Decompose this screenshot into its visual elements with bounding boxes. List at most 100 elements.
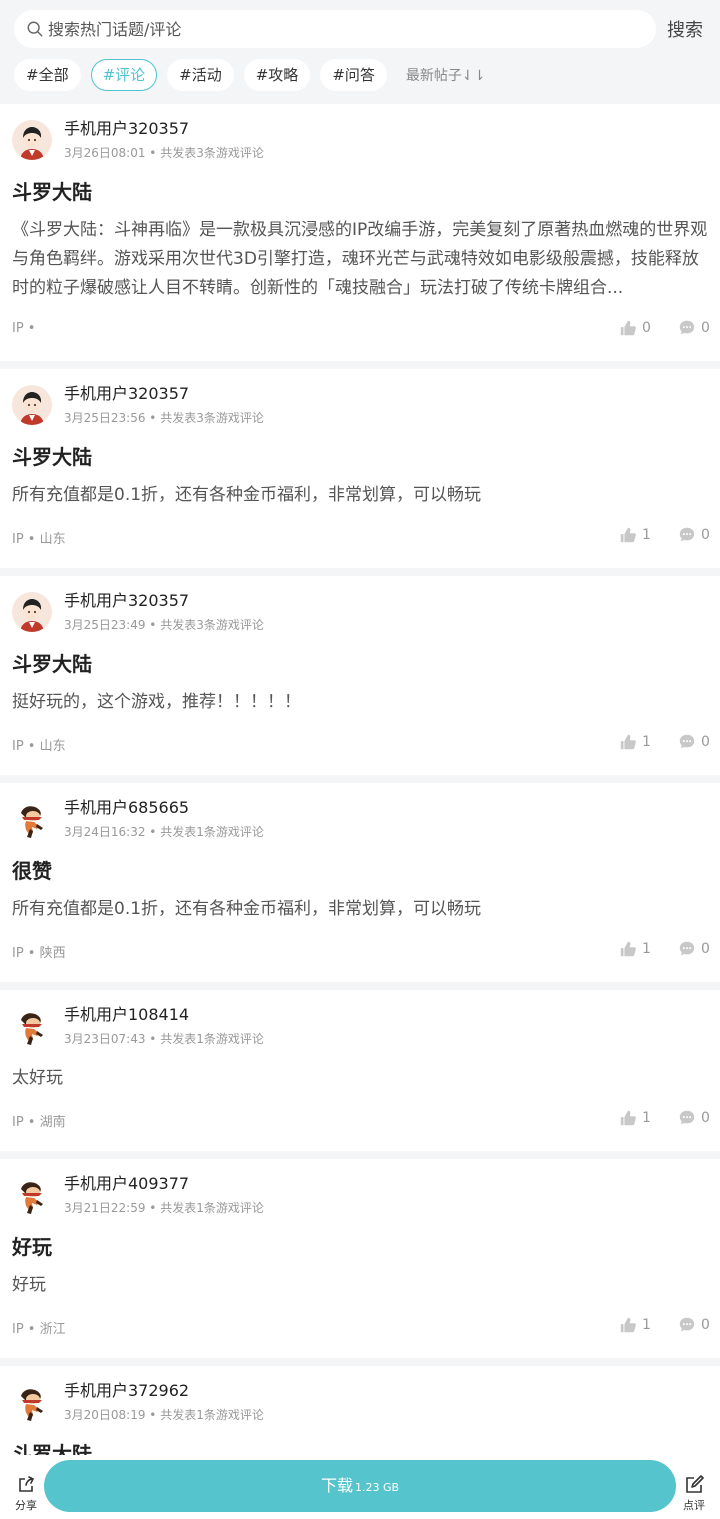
tag-qa[interactable]: #问答: [320, 59, 387, 91]
thumbs-up-icon: [620, 1110, 636, 1126]
post-card[interactable]: 手机用户320357 3月25日23:56 • 共发表3条游戏评论斗罗大陆所有充值…: [0, 369, 720, 568]
user-avatar[interactable]: [12, 1006, 52, 1046]
user-avatar[interactable]: [12, 120, 52, 160]
search-button[interactable]: 搜索: [667, 16, 703, 42]
post-meta: 3月25日23:56 • 共发表3条游戏评论: [64, 411, 264, 425]
comment-count: 0: [701, 320, 710, 336]
post-footer: IP • 湖南 1 0: [12, 1093, 710, 1151]
share-label: 分享: [15, 1499, 37, 1512]
username[interactable]: 手机用户320357: [64, 383, 708, 405]
post-meta: 3月25日23:49 • 共发表3条游戏评论: [64, 618, 264, 632]
like-button[interactable]: 1: [619, 733, 651, 751]
bottom-bar: 分享 下载 1.23 GB 点评: [0, 1455, 720, 1519]
post-content: 挺好玩的，这个游戏，推荐！！！！！: [12, 692, 301, 712]
user-avatar[interactable]: [12, 1382, 52, 1422]
tag-guide[interactable]: #攻略: [243, 59, 311, 91]
post-meta: 3月23日07:43 • 共发表1条游戏评论: [64, 1032, 264, 1046]
post-meta: 3月26日08:01 • 共发表3条游戏评论: [64, 146, 264, 160]
like-count: 1: [642, 734, 651, 750]
user-avatar[interactable]: [12, 385, 52, 425]
review-label: 点评: [683, 1499, 705, 1512]
search-icon: [27, 21, 43, 37]
post-meta: 3月20日08:19 • 共发表1条游戏评论: [64, 1408, 264, 1422]
post-footer: IP • 0 0: [12, 303, 710, 361]
share-button[interactable]: 分享: [12, 1475, 40, 1513]
post-title: 好玩: [12, 1235, 52, 1259]
post-title: 斗罗大陆: [12, 445, 92, 469]
search-box[interactable]: [14, 10, 656, 48]
post-footer: IP • 山东 1 0: [12, 510, 710, 568]
like-count: 1: [642, 1110, 651, 1126]
post-card[interactable]: 手机用户685665 3月24日16:32 • 共发表1条游戏评论很赞所有充值都是…: [0, 783, 720, 982]
comment-button[interactable]: 0: [678, 1109, 710, 1127]
post-content: 所有充值都是0.1折，还有各种金币福利，非常划算，可以畅玩: [12, 899, 482, 919]
user-avatar[interactable]: [12, 592, 52, 632]
post-meta: 3月24日16:32 • 共发表1条游戏评论: [64, 825, 264, 839]
comment-button[interactable]: 0: [678, 1316, 710, 1334]
search-input[interactable]: [48, 19, 608, 39]
username[interactable]: 手机用户409377: [64, 1173, 708, 1195]
like-button[interactable]: 1: [619, 940, 651, 958]
username[interactable]: 手机用户372962: [64, 1380, 708, 1402]
comment-count: 0: [701, 941, 710, 957]
comment-icon: [679, 941, 695, 956]
tag-filter-bar: #全部 #评论 #活动 #攻略 #问答 最新帖子⇃⇂: [14, 59, 485, 91]
like-button[interactable]: 1: [619, 1316, 651, 1334]
post-card[interactable]: 手机用户320357 3月25日23:49 • 共发表3条游戏评论 斗罗大陆 挺好玩的…: [0, 576, 720, 775]
download-size: 1.23 GB: [354, 1481, 400, 1494]
ip-location: IP • 浙江: [12, 1322, 66, 1337]
review-button[interactable]: 点评: [680, 1475, 708, 1513]
thumbs-up-icon: [620, 734, 636, 750]
post-title: 斗罗大陆: [12, 180, 92, 204]
comment-icon: [679, 320, 695, 335]
username[interactable]: 手机用户320357: [64, 590, 708, 612]
post-card[interactable]: 手机用户108414 3月23日07:43 • 共发表1条游戏评论太好玩 IP • …: [0, 990, 720, 1151]
post-meta: 3月21日22:59 • 共发表1条游戏评论: [64, 1201, 264, 1215]
ip-location: IP • 山东: [12, 532, 66, 547]
download-button[interactable]: 下载 1.23 GB: [44, 1460, 676, 1512]
tag-review[interactable]: #评论: [90, 59, 158, 91]
username[interactable]: 手机用户685665: [64, 797, 708, 819]
like-button[interactable]: 1: [619, 1109, 651, 1127]
comment-icon: [679, 1317, 695, 1332]
sort-dropdown[interactable]: 最新帖子⇃⇂: [406, 65, 485, 85]
post-footer: IP • 陕西 1 0: [12, 924, 710, 982]
ip-location: IP • 湖南: [12, 1115, 66, 1130]
header: 搜索 #全部 #评论 #活动 #攻略 #问答 最新帖子⇃⇂: [0, 0, 720, 104]
comment-count: 0: [701, 734, 710, 750]
comment-button[interactable]: 0: [678, 940, 710, 958]
comment-button[interactable]: 0: [678, 319, 710, 337]
like-count: 0: [642, 320, 651, 336]
comment-count: 0: [701, 527, 710, 543]
like-button[interactable]: 1: [619, 526, 651, 544]
post-card[interactable]: 手机用户409377 3月21日22:59 • 共发表1条游戏评论 好玩 好玩 IP •…: [0, 1159, 720, 1358]
comment-icon: [679, 527, 695, 542]
post-title: 很赞: [12, 859, 52, 883]
comment-button[interactable]: 0: [678, 733, 710, 751]
like-count: 1: [642, 527, 651, 543]
edit-icon: [686, 1475, 704, 1493]
ip-location: IP • 陕西: [12, 946, 66, 961]
ip-location: IP •: [12, 321, 36, 336]
username[interactable]: 手机用户320357: [64, 118, 708, 140]
post-footer: IP • 山东 1 0: [12, 717, 710, 775]
tag-all[interactable]: #全部: [14, 59, 81, 91]
tag-activity[interactable]: #活动: [167, 59, 234, 91]
username[interactable]: 手机用户108414: [64, 1004, 708, 1026]
user-avatar[interactable]: [12, 1175, 52, 1215]
post-card[interactable]: 手机用户320357 3月26日08:01 • 共发表3条游戏评论斗罗大陆《斗罗大…: [0, 104, 720, 361]
user-avatar[interactable]: [12, 799, 52, 839]
post-feed: 手机用户320357 3月26日08:01 • 共发表3条游戏评论 斗罗大陆 《斗罗大…: [0, 104, 720, 1516]
download-label: 下载: [320, 1476, 353, 1495]
thumbs-up-icon: [620, 527, 636, 543]
post-content: 所有充值都是0.1折，还有各种金币福利，非常划算，可以畅玩: [12, 485, 482, 505]
post-content: 太好玩: [12, 1068, 63, 1088]
comment-button[interactable]: 0: [678, 526, 710, 544]
post-content: 《斗罗大陆：斗神再临》是一款极具沉浸感的IP改编手游，完美复刻了原著热血燃魂的世…: [12, 220, 708, 298]
thumbs-up-icon: [620, 1317, 636, 1333]
comment-icon: [679, 734, 695, 749]
like-count: 1: [642, 1317, 651, 1333]
like-count: 1: [642, 941, 651, 957]
thumbs-up-icon: [620, 320, 636, 336]
like-button[interactable]: 0: [619, 319, 651, 337]
